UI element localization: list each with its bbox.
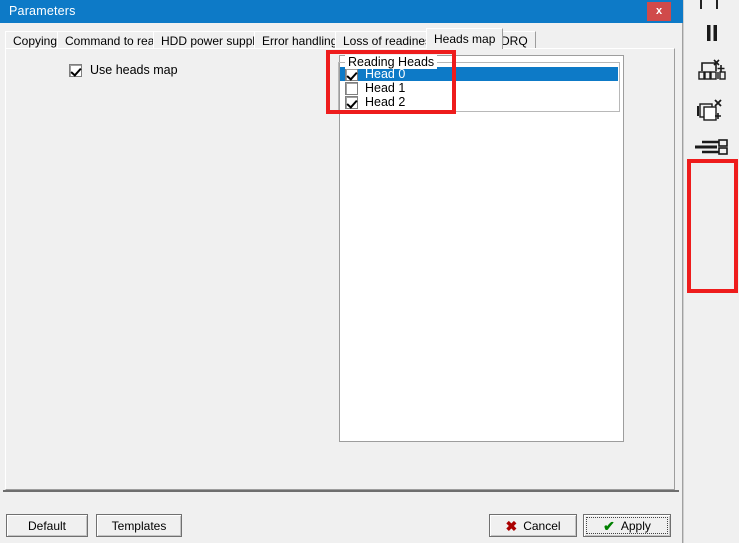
use-heads-map-label: Use heads map: [90, 63, 178, 77]
list-item-label: Head 1: [365, 81, 406, 95]
cross-icon: ✖: [505, 517, 518, 534]
heads-map-listbox[interactable]: [339, 55, 624, 442]
use-heads-map-checkbox[interactable]: Use heads map: [69, 63, 178, 77]
window-title: Parameters: [9, 4, 76, 18]
default-button[interactable]: Default: [6, 514, 88, 537]
templates-button[interactable]: Templates: [96, 514, 182, 537]
reading-heads-legend: Reading Heads: [345, 55, 438, 69]
pause-icon[interactable]: [689, 22, 735, 44]
apply-button[interactable]: ✔ Apply: [583, 514, 671, 537]
footer-divider: [3, 490, 679, 492]
cancel-button-label: Cancel: [523, 518, 561, 533]
checkbox-icon: [69, 63, 82, 77]
tab-strip: Copying Command to read HDD power supply…: [5, 28, 675, 49]
list-item-label: Head 0: [365, 67, 406, 81]
heads-map-panel: Use heads map: [5, 48, 675, 490]
cancel-button[interactable]: ✖ Cancel: [489, 514, 577, 537]
tab-error-handling[interactable]: Error handling: [254, 31, 346, 49]
list-item-head-0[interactable]: Head 0: [340, 67, 618, 81]
apply-button-label: Apply: [620, 518, 651, 533]
checkbox-icon[interactable]: [345, 81, 358, 95]
list-item-label: Head 2: [365, 95, 406, 109]
list-item-head-1[interactable]: Head 1: [340, 81, 618, 95]
tab-heads-map[interactable]: Heads map: [426, 28, 504, 49]
tab-hdd-power-supply[interactable]: HDD power supply: [153, 31, 270, 49]
close-icon[interactable]: x: [647, 2, 671, 21]
sector-remove-icon[interactable]: [689, 58, 735, 84]
sensors-icon[interactable]: [689, 0, 735, 12]
checkbox-icon[interactable]: [345, 95, 358, 109]
head-assembly-icon[interactable]: [689, 136, 735, 158]
list-item-head-2[interactable]: Head 2: [340, 95, 618, 109]
parameters-dialog: Parameters x Copying Command to read HDD…: [0, 0, 683, 543]
reading-heads-list: Head 0 Head 1 Head 2: [340, 67, 618, 109]
title-bar: Parameters x: [0, 0, 683, 23]
check-icon: ✔: [603, 517, 615, 534]
checkbox-icon[interactable]: [345, 67, 358, 81]
copy-remove-icon[interactable]: [689, 98, 735, 126]
right-toolbar: Hd 0 Hd 1 Hd 2: [683, 0, 739, 543]
reading-heads-group: Reading Heads Head 0 Head 1 Head 2: [338, 55, 620, 112]
